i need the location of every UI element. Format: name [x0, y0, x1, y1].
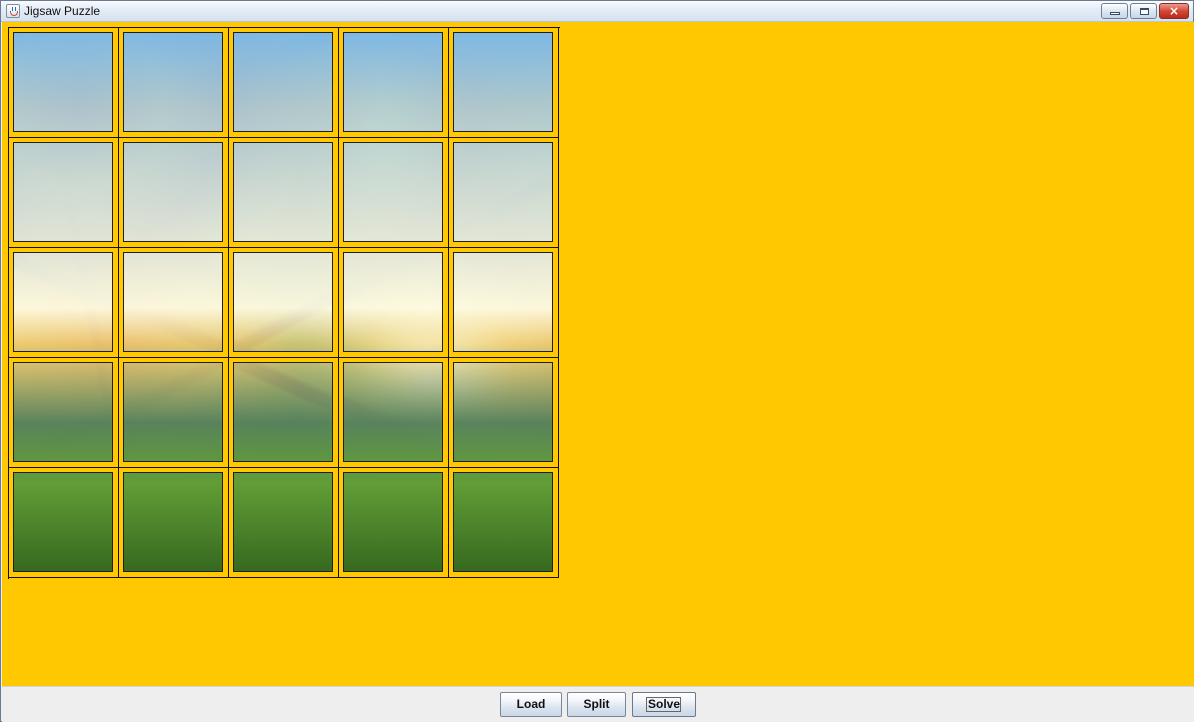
window-titlebar[interactable]: Jigsaw Puzzle ×: [1, 1, 1193, 22]
puzzle-piece[interactable]: [233, 362, 333, 462]
puzzle-cell: [449, 28, 559, 138]
maximize-button[interactable]: [1130, 3, 1157, 19]
puzzle-cell: [339, 468, 449, 578]
puzzle-piece[interactable]: [233, 142, 333, 242]
puzzle-piece[interactable]: [233, 32, 333, 132]
puzzle-cell: [119, 138, 229, 248]
puzzle-piece[interactable]: [233, 252, 333, 352]
puzzle-piece[interactable]: [13, 252, 113, 352]
puzzle-cell: [119, 28, 229, 138]
puzzle-piece[interactable]: [453, 252, 553, 352]
window-controls: ×: [1101, 3, 1189, 19]
puzzle-piece[interactable]: [343, 472, 443, 572]
puzzle-cell: [9, 28, 119, 138]
solve-button[interactable]: Solve: [632, 692, 696, 717]
puzzle-canvas: [2, 22, 1194, 686]
puzzle-cell: [339, 28, 449, 138]
puzzle-cell: [229, 468, 339, 578]
puzzle-piece[interactable]: [453, 472, 553, 572]
puzzle-piece[interactable]: [123, 362, 223, 462]
maximize-icon: [1140, 8, 1149, 15]
jigsaw-puzzle-window: Jigsaw Puzzle × Load Split Solve: [0, 0, 1194, 722]
puzzle-piece[interactable]: [123, 32, 223, 132]
puzzle-cell: [339, 248, 449, 358]
load-button[interactable]: Load: [500, 692, 562, 717]
window-title: Jigsaw Puzzle: [24, 4, 101, 18]
puzzle-board: [8, 27, 560, 579]
minimize-button[interactable]: [1101, 3, 1128, 19]
solve-button-label: Solve: [647, 697, 680, 711]
puzzle-piece[interactable]: [453, 362, 553, 462]
puzzle-cell: [119, 358, 229, 468]
puzzle-cell: [449, 358, 559, 468]
split-button[interactable]: Split: [567, 692, 626, 717]
puzzle-cell: [9, 248, 119, 358]
java-icon: [6, 4, 20, 18]
puzzle-cell: [449, 138, 559, 248]
minimize-icon: [1110, 12, 1120, 15]
puzzle-piece[interactable]: [13, 362, 113, 462]
puzzle-cell: [9, 138, 119, 248]
puzzle-piece[interactable]: [233, 472, 333, 572]
puzzle-piece[interactable]: [123, 252, 223, 352]
close-button[interactable]: ×: [1159, 3, 1189, 19]
control-panel: Load Split Solve: [2, 686, 1194, 722]
close-icon: ×: [1169, 4, 1180, 18]
puzzle-cell: [339, 358, 449, 468]
puzzle-cell: [229, 248, 339, 358]
puzzle-piece[interactable]: [13, 32, 113, 132]
puzzle-cell: [9, 358, 119, 468]
puzzle-piece[interactable]: [453, 32, 553, 132]
puzzle-piece[interactable]: [13, 472, 113, 572]
puzzle-cell: [449, 468, 559, 578]
puzzle-piece[interactable]: [343, 252, 443, 352]
puzzle-piece[interactable]: [343, 32, 443, 132]
puzzle-piece[interactable]: [453, 142, 553, 242]
puzzle-piece[interactable]: [343, 362, 443, 462]
puzzle-cell: [229, 358, 339, 468]
puzzle-cell: [9, 468, 119, 578]
puzzle-piece[interactable]: [123, 142, 223, 242]
puzzle-cell: [229, 138, 339, 248]
puzzle-piece[interactable]: [343, 142, 443, 242]
puzzle-cell: [229, 28, 339, 138]
puzzle-cell: [119, 468, 229, 578]
puzzle-piece[interactable]: [13, 142, 113, 242]
puzzle-cell: [339, 138, 449, 248]
puzzle-cell: [119, 248, 229, 358]
puzzle-piece[interactable]: [123, 472, 223, 572]
puzzle-cell: [449, 248, 559, 358]
